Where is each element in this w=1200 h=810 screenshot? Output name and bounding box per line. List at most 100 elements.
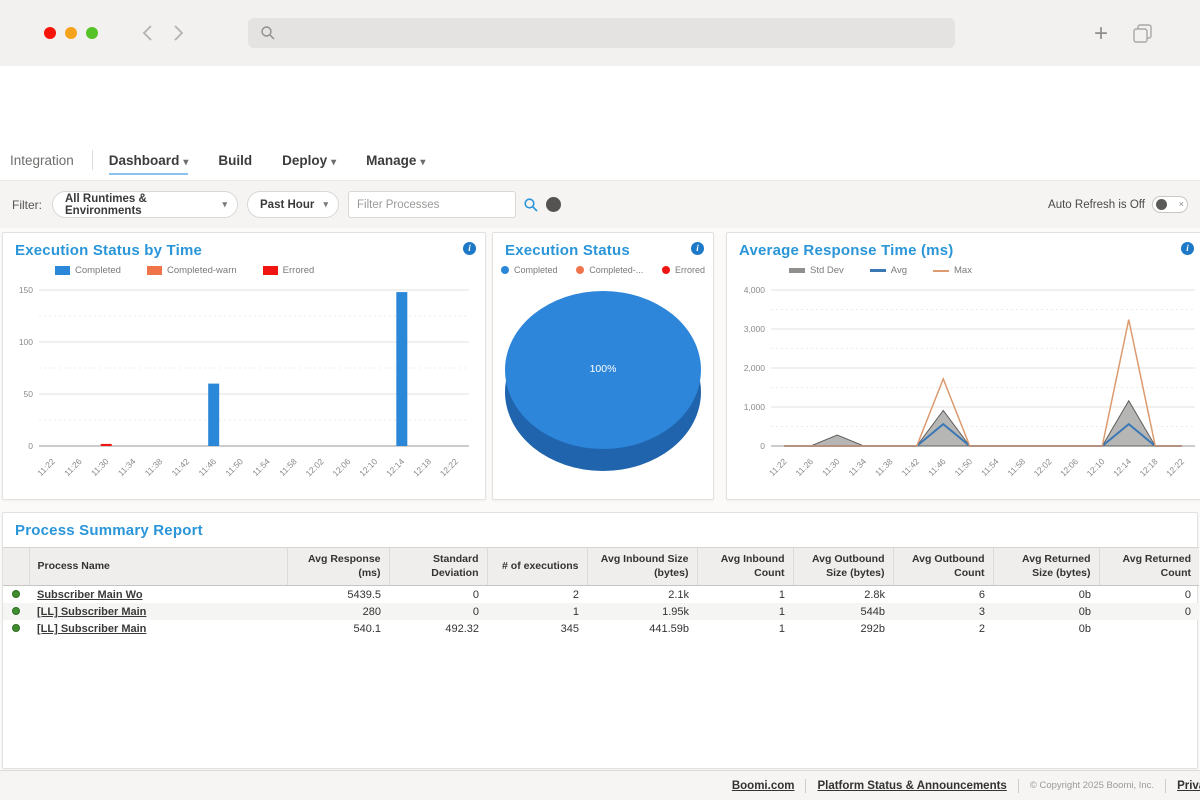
- legend-swatch-icon: [870, 269, 886, 272]
- column-header[interactable]: Avg Response (ms): [287, 548, 389, 586]
- column-header[interactable]: Avg Returned Count: [1099, 548, 1199, 586]
- info-icon[interactable]: i: [691, 242, 704, 255]
- column-header[interactable]: Avg Inbound Size (bytes): [587, 548, 697, 586]
- value-cell: 0: [1099, 603, 1199, 620]
- nav-build[interactable]: Build: [218, 153, 252, 168]
- value-cell: 345: [487, 620, 587, 637]
- loading-indicator-icon: [546, 197, 561, 212]
- svg-text:50: 50: [24, 389, 34, 399]
- value-cell: 492.32: [389, 620, 487, 637]
- copyright-text: © Copyright 2025 Boomi, Inc.: [1030, 780, 1154, 791]
- value-cell: 3: [893, 603, 993, 620]
- column-header[interactable]: Standard Deviation: [389, 548, 487, 586]
- panel-title: Execution Status: [493, 233, 713, 259]
- svg-text:11:42: 11:42: [170, 456, 192, 478]
- legend-item: Avg: [870, 265, 907, 276]
- column-header[interactable]: Avg Outbound Count: [893, 548, 993, 586]
- bar-completed[interactable]: [208, 384, 219, 446]
- close-window-button[interactable]: [44, 27, 56, 39]
- series-stddev[interactable]: [784, 401, 1182, 446]
- info-icon[interactable]: i: [463, 242, 476, 255]
- value-cell: 5439.5: [287, 586, 389, 604]
- nav-manage[interactable]: Manage▾: [366, 153, 425, 168]
- browser-window: + Integration Dashboard▾ Build Deploy▾ M…: [0, 0, 1200, 810]
- execution-status-by-time-panel: Execution Status by Time i CompletedComp…: [2, 232, 486, 500]
- filter-bar: Filter: All Runtimes & Environments▾ Pas…: [0, 180, 1200, 228]
- legend-item: Errored: [263, 265, 315, 276]
- chevron-down-icon: ▾: [323, 199, 328, 210]
- svg-text:11:22: 11:22: [767, 456, 789, 478]
- value-cell: 292b: [793, 620, 893, 637]
- status-ok-icon: [12, 624, 20, 632]
- maximize-window-button[interactable]: [86, 27, 98, 39]
- search-icon[interactable]: [523, 197, 539, 213]
- nav-divider: [92, 150, 93, 170]
- table-row: [LL] Subscriber Main280011.95k1544b30b0: [3, 603, 1199, 620]
- tab-overview-icon[interactable]: [1133, 24, 1152, 43]
- bar-completed[interactable]: [396, 292, 407, 446]
- legend-item: Completed: [501, 265, 558, 275]
- privacy-link[interactable]: Privacy: [1177, 780, 1200, 792]
- column-header[interactable]: Avg Outbound Size (bytes): [793, 548, 893, 586]
- new-tab-button[interactable]: +: [1094, 20, 1108, 48]
- dashboard: Execution Status by Time i CompletedComp…: [0, 228, 1200, 770]
- address-bar[interactable]: [248, 18, 955, 48]
- pie-chart: 100%: [505, 291, 701, 471]
- svg-text:11:22: 11:22: [35, 456, 57, 478]
- legend-item: Max: [933, 265, 972, 276]
- value-cell: 0b: [993, 603, 1099, 620]
- minimize-window-button[interactable]: [65, 27, 77, 39]
- window-controls: [44, 27, 98, 39]
- value-cell: 544b: [793, 603, 893, 620]
- boomi-com-link[interactable]: Boomi.com: [732, 780, 795, 792]
- forward-icon[interactable]: [166, 22, 188, 44]
- nav-dashboard[interactable]: Dashboard▾: [109, 153, 189, 168]
- process-name-link[interactable]: Subscriber Main Wo: [37, 589, 279, 601]
- column-header[interactable]: Process Name: [29, 548, 287, 586]
- svg-text:150: 150: [19, 285, 33, 295]
- svg-text:11:54: 11:54: [979, 456, 1001, 478]
- auto-refresh-control: Auto Refresh is Off ×: [1048, 196, 1188, 213]
- status-column-header: [3, 548, 29, 586]
- column-header[interactable]: Avg Inbound Count: [697, 548, 793, 586]
- browser-chrome: +: [0, 0, 1200, 66]
- platform-status-link[interactable]: Platform Status & Announcements: [817, 780, 1006, 792]
- footer-divider: [1165, 779, 1166, 793]
- svg-text:11:30: 11:30: [820, 456, 842, 478]
- value-cell: 6: [893, 586, 993, 604]
- legend-swatch-icon: [933, 270, 949, 272]
- time-range-dropdown[interactable]: Past Hour▾: [247, 191, 339, 218]
- info-icon[interactable]: i: [1181, 242, 1194, 255]
- svg-text:0: 0: [28, 441, 33, 451]
- bar-errored[interactable]: [101, 444, 112, 446]
- svg-text:100: 100: [19, 337, 33, 347]
- value-cell: 1.95k: [587, 603, 697, 620]
- runtime-environment-dropdown[interactable]: All Runtimes & Environments▾: [52, 191, 238, 218]
- column-header[interactable]: # of executions: [487, 548, 587, 586]
- back-icon[interactable]: [138, 22, 160, 44]
- auto-refresh-toggle[interactable]: ×: [1152, 196, 1188, 213]
- chart-legend: CompletedCompleted-...Errored: [501, 265, 705, 275]
- legend-item: Completed: [55, 265, 121, 276]
- column-header[interactable]: Avg Returned Size (bytes): [993, 548, 1099, 586]
- pie-percentage-label: 100%: [505, 363, 701, 375]
- legend-item: Std Dev: [789, 265, 844, 276]
- value-cell: 0: [389, 586, 487, 604]
- svg-text:11:58: 11:58: [277, 456, 299, 478]
- nav-deploy[interactable]: Deploy▾: [282, 153, 336, 168]
- process-name-cell: Subscriber Main Wo: [29, 586, 287, 604]
- filter-processes-input[interactable]: [348, 191, 516, 218]
- svg-text:11:30: 11:30: [89, 456, 111, 478]
- legend-swatch-icon: [55, 266, 70, 275]
- process-name-link[interactable]: [LL] Subscriber Main: [37, 623, 279, 635]
- value-cell: [1099, 620, 1199, 637]
- svg-text:11:54: 11:54: [250, 456, 272, 478]
- legend-item: Completed-...: [576, 265, 643, 275]
- svg-text:11:46: 11:46: [196, 456, 218, 478]
- value-cell: 1: [697, 586, 793, 604]
- legend-label: Completed-warn: [167, 265, 237, 276]
- toggle-off-icon: ×: [1179, 200, 1184, 209]
- value-cell: 0: [1099, 586, 1199, 604]
- value-cell: 441.59b: [587, 620, 697, 637]
- process-name-link[interactable]: [LL] Subscriber Main: [37, 606, 279, 618]
